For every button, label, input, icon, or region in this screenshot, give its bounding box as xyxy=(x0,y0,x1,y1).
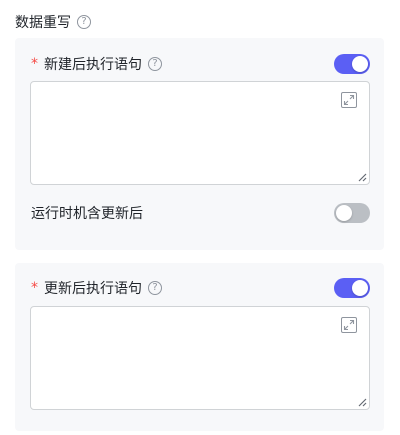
expand-icon[interactable] xyxy=(341,317,357,333)
toggle-knob xyxy=(352,56,368,72)
update-statement-label: * 更新后执行语句 ? xyxy=(31,276,162,300)
update-statement-label-text: 更新后执行语句 xyxy=(44,281,142,297)
update-statement-toggle[interactable] xyxy=(334,278,370,298)
toggle-knob xyxy=(336,205,352,221)
help-icon[interactable]: ? xyxy=(148,281,162,295)
update-statement-textarea[interactable] xyxy=(30,306,370,410)
resize-handle-icon[interactable] xyxy=(358,398,367,407)
create-statement-toggle[interactable] xyxy=(334,54,370,74)
run-on-update-label-text: 运行时机含更新后 xyxy=(31,206,143,222)
toggle-knob xyxy=(352,280,368,296)
section-title: 数据重写 ? xyxy=(15,10,91,34)
expand-icon[interactable] xyxy=(341,92,357,108)
help-icon[interactable]: ? xyxy=(77,15,91,29)
create-statement-textarea[interactable] xyxy=(30,81,370,185)
create-statement-card: * 新建后执行语句 ? 运行时机含更新后 xyxy=(15,38,384,250)
resize-handle-icon[interactable] xyxy=(358,173,367,182)
required-mark: * xyxy=(31,56,38,72)
required-mark: * xyxy=(31,280,38,296)
help-icon[interactable]: ? xyxy=(148,57,162,71)
update-statement-card: * 更新后执行语句 ? xyxy=(15,263,384,431)
run-on-update-label: 运行时机含更新后 xyxy=(31,201,143,225)
run-on-update-toggle[interactable] xyxy=(334,203,370,223)
section-title-text: 数据重写 xyxy=(15,15,71,31)
create-statement-label-text: 新建后执行语句 xyxy=(44,57,142,73)
create-statement-label: * 新建后执行语句 ? xyxy=(31,52,162,76)
